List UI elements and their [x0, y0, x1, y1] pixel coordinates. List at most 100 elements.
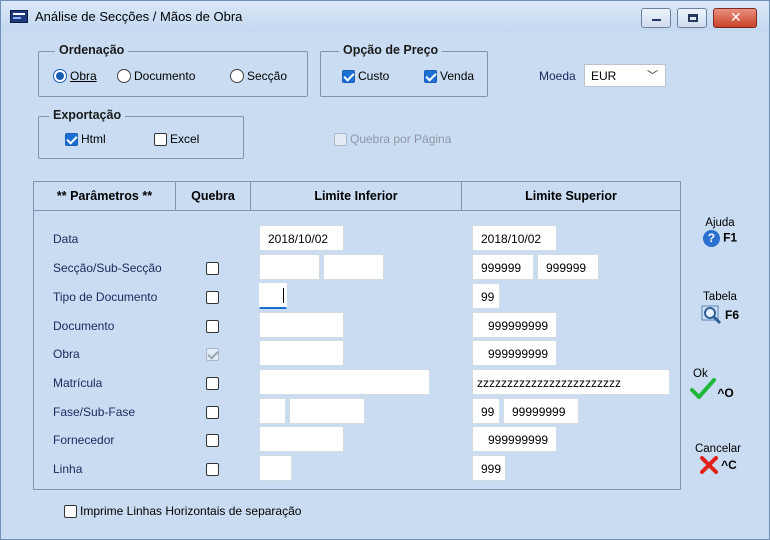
text-caret	[283, 288, 284, 303]
moeda-select[interactable]: EUR ﹀	[584, 64, 666, 87]
checkbox-quebra-pagina[interactable]: Quebra por Página	[334, 132, 451, 146]
subfase-superior-field[interactable]: 99999999	[503, 398, 579, 424]
checkbox-box[interactable]	[64, 504, 77, 518]
close-button[interactable]: ✕	[713, 8, 757, 28]
row-label-fornecedor: Fornecedor	[53, 433, 115, 447]
quebra-checkbox-linha[interactable]	[206, 463, 219, 476]
row-label-documento: Documento	[53, 319, 115, 333]
app-logo-icon	[10, 10, 28, 23]
moeda-label: Moeda	[539, 69, 576, 83]
quebra-checkbox-tipo-documento[interactable]	[206, 291, 219, 304]
minimize-icon	[652, 19, 661, 21]
minimize-button[interactable]	[641, 8, 671, 28]
quebra-checkbox-documento[interactable]	[206, 320, 219, 333]
field-value: 999999999	[488, 347, 549, 361]
tipo-documento-superior-field[interactable]: 99	[472, 283, 500, 309]
cancelar-label: Cancelar	[694, 443, 742, 455]
checkbox-custo-label: Custo	[358, 69, 390, 83]
documento-superior-field[interactable]: 999999999	[472, 312, 557, 338]
moeda-value: EUR	[591, 69, 617, 83]
linha-superior-field[interactable]: 999	[472, 455, 506, 481]
quebra-checkbox-seccao[interactable]	[206, 262, 219, 275]
checkbox-box[interactable]	[154, 132, 167, 146]
exportacao-group: Exportação Html Excel	[38, 108, 244, 159]
radio-documento-label: Documento	[134, 69, 196, 83]
documento-inferior-field[interactable]	[259, 312, 344, 338]
fase-superior-field[interactable]: 99	[472, 398, 500, 424]
fornecedor-superior-field[interactable]: 999999999	[472, 426, 557, 452]
data-superior-field[interactable]: 2018/10/02	[472, 225, 557, 251]
seccao-superior-field[interactable]: 999999	[472, 254, 534, 280]
checkbox-excel-label: Excel	[170, 132, 200, 146]
field-value: 2018/10/02	[481, 232, 542, 246]
checkbox-box[interactable]	[342, 69, 355, 83]
maximize-button[interactable]	[677, 8, 707, 28]
field-value: 999999	[546, 261, 587, 275]
tipo-documento-inferior-field[interactable]	[259, 283, 287, 309]
obra-inferior-field[interactable]	[259, 340, 344, 366]
checkbox-venda[interactable]: Venda	[424, 69, 474, 83]
fornecedor-inferior-field[interactable]	[259, 426, 344, 452]
quebra-checkbox-fase[interactable]	[206, 406, 219, 419]
close-icon: ✕	[730, 10, 742, 26]
ajuda-button[interactable]: Ajuda ? F1	[691, 217, 749, 247]
red-x-icon	[700, 456, 719, 474]
tabela-label: Tabela	[703, 291, 737, 303]
radio-circle[interactable]	[53, 69, 67, 83]
matricula-superior-field[interactable]: zzzzzzzzzzzzzzzzzzzzzzzz	[472, 369, 670, 395]
title-bar[interactable]: Análise de Secções / Mãos de Obra ✕	[1, 1, 769, 31]
report-window: Análise de Secções / Mãos de Obra ✕ Orde…	[0, 0, 770, 540]
radio-seccao-label: Secção	[247, 69, 288, 83]
linha-inferior-field[interactable]	[259, 455, 292, 481]
chevron-down-icon: ﹀	[647, 70, 658, 82]
checkbox-excel[interactable]: Excel	[154, 132, 199, 146]
checkbox-custo[interactable]: Custo	[342, 69, 389, 83]
checkmark-icon	[690, 378, 717, 399]
checkbox-box[interactable]	[334, 132, 347, 146]
checkbox-imprime-linhas[interactable]: Imprime Linhas Horizontais de separação	[64, 504, 301, 518]
obra-superior-field[interactable]: 999999999	[472, 340, 557, 366]
radio-documento[interactable]: Documento	[117, 69, 195, 83]
data-inferior-field[interactable]: 2018/10/02	[259, 225, 344, 251]
checkbox-html-label: Html	[81, 132, 106, 146]
fase-inferior-field[interactable]	[259, 398, 286, 424]
magnifier-icon	[701, 305, 722, 325]
ordenacao-legend: Ordenação	[55, 43, 129, 57]
field-value: 99999999	[512, 405, 566, 419]
row-label-matricula: Matrícula	[53, 376, 103, 390]
field-value: 2018/10/02	[268, 232, 329, 246]
quebra-checkbox-fornecedor[interactable]	[206, 434, 219, 447]
tabela-button[interactable]: Tabela F6	[691, 291, 749, 325]
help-icon: ?	[702, 230, 720, 247]
radio-circle[interactable]	[230, 69, 244, 83]
ajuda-label: Ajuda	[705, 217, 735, 229]
ok-key: ^O	[717, 386, 734, 400]
radio-obra[interactable]: Obra	[53, 69, 97, 83]
field-value: 99	[481, 405, 495, 419]
cancelar-key: ^C	[721, 458, 737, 472]
header-limite-inferior: Limite Inferior	[251, 182, 462, 211]
checkbox-html[interactable]: Html	[65, 132, 106, 146]
radio-seccao[interactable]: Secção	[230, 69, 287, 83]
seccao-inferior-field[interactable]	[259, 254, 320, 280]
field-value: zzzzzzzzzzzzzzzzzzzzzzzz	[477, 376, 621, 390]
radio-circle[interactable]	[117, 69, 131, 83]
ok-button[interactable]: Ok ^O	[687, 368, 737, 400]
subseccao-inferior-field[interactable]	[323, 254, 384, 280]
quebra-checkbox-matricula[interactable]	[206, 377, 219, 390]
parameters-grid: ** Parâmetros ** Quebra Limite Inferior …	[33, 181, 681, 490]
checkbox-box[interactable]	[65, 132, 78, 146]
subfase-inferior-field[interactable]	[289, 398, 365, 424]
quebra-checkbox-obra[interactable]	[206, 348, 219, 361]
matricula-inferior-field[interactable]	[259, 369, 430, 395]
ajuda-key: F1	[723, 230, 738, 245]
row-label-data: Data	[53, 232, 79, 246]
field-value: 999999999	[488, 319, 549, 333]
checkbox-box[interactable]	[424, 69, 437, 83]
row-label-seccao: Secção/Sub-Secção	[53, 261, 162, 275]
header-quebra: Quebra	[176, 182, 251, 211]
row-label-fase: Fase/Sub-Fase	[53, 405, 136, 419]
cancelar-button[interactable]: Cancelar ^C	[687, 443, 749, 474]
tabela-key: F6	[724, 308, 739, 322]
subseccao-superior-field[interactable]: 999999	[537, 254, 599, 280]
